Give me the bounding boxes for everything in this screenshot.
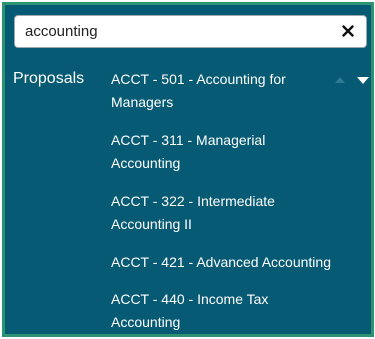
triangle-down-icon[interactable] xyxy=(357,77,369,84)
close-icon xyxy=(342,25,354,37)
triangle-up-icon xyxy=(335,77,345,83)
group-label: Proposals xyxy=(13,70,85,87)
option-line: ACCT - 311 - Managerial xyxy=(111,132,266,148)
option-line: ACCT - 421 - Advanced Accounting xyxy=(111,254,331,270)
search-box xyxy=(14,15,367,48)
option-acct-501[interactable]: ACCT - 501 - Accounting for Managers xyxy=(111,68,331,114)
option-line: ACCT - 322 - Intermediate xyxy=(111,193,275,209)
option-acct-421[interactable]: ACCT - 421 - Advanced Accounting xyxy=(111,251,331,274)
option-acct-322[interactable]: ACCT - 322 - Intermediate Accounting II xyxy=(111,190,331,236)
option-line: ACCT - 501 - Accounting for xyxy=(111,71,286,87)
option-line: Managers xyxy=(111,94,174,110)
clear-search-button[interactable] xyxy=(337,20,359,42)
option-line: Accounting xyxy=(111,155,181,171)
option-list: ACCT - 501 - Accounting for Managers ACC… xyxy=(111,68,331,334)
autocomplete-dropdown: Proposals ACCT - 501 - Accounting for Ma… xyxy=(2,2,374,337)
option-line: Accounting II xyxy=(111,216,192,232)
option-line: Accounting xyxy=(111,314,181,330)
option-acct-311[interactable]: ACCT - 311 - Managerial Accounting xyxy=(111,129,331,175)
option-acct-440[interactable]: ACCT - 440 - Income Tax Accounting xyxy=(111,288,331,334)
option-line: ACCT - 440 - Income Tax xyxy=(111,291,269,307)
search-input[interactable] xyxy=(25,16,335,47)
